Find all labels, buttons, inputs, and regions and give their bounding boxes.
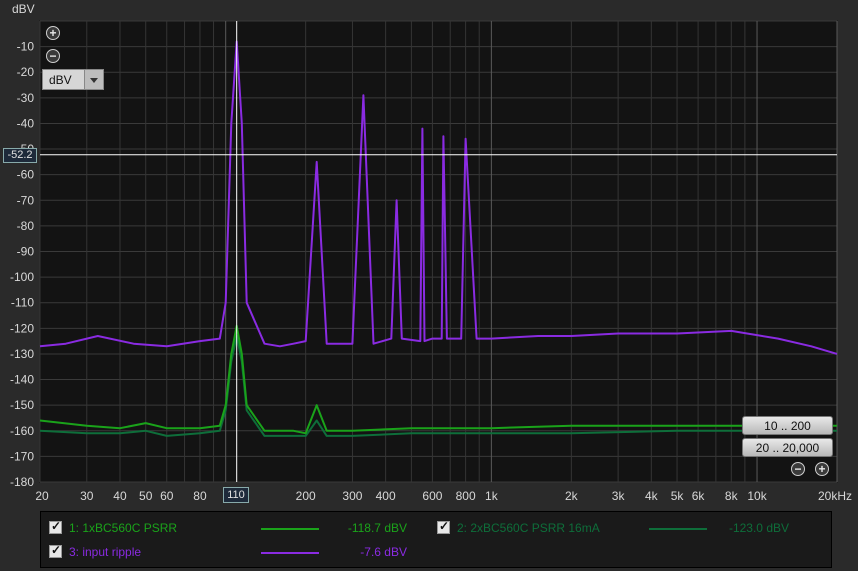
x-tick-label: 2k	[565, 489, 579, 503]
legend-swatch	[261, 552, 319, 554]
x-tick-label: 4k	[645, 489, 659, 503]
x-tick-label: 600	[422, 489, 442, 503]
x-tick-label: 80	[193, 489, 207, 503]
y-tick-label: -120	[10, 321, 34, 335]
y-tick-label: -10	[17, 40, 35, 54]
range-20-20000-button[interactable]: 20 .. 20,000	[742, 438, 833, 457]
x-tick-label: 6k	[692, 489, 706, 503]
x-tick-label: 20	[35, 489, 49, 503]
chevron-down-icon[interactable]	[84, 70, 103, 89]
spectrum-plot[interactable]: -10-20-30-40-50-60-70-80-90-100-110-120-…	[0, 0, 858, 511]
legend-value: -7.6 dBV	[360, 545, 407, 559]
legend-value: -123.0 dBV	[728, 521, 789, 535]
y-tick-label: -20	[17, 65, 35, 79]
y-tick-label: -170	[10, 449, 34, 463]
y-tick-label: -70	[17, 193, 35, 207]
y-tick-label: -100	[10, 270, 34, 284]
legend-label: 2: 2xBC560C PSRR 16mA	[457, 521, 600, 535]
y-tick-label: -110	[11, 296, 34, 310]
x-tick-label: 8k	[725, 489, 739, 503]
cursor-y-readout: -52.2	[3, 148, 37, 163]
x-tick-label: 400	[376, 489, 396, 503]
zoom-out-x-icon[interactable]: −	[791, 462, 805, 476]
legend-label: 3: input ripple	[69, 545, 142, 559]
unit-dropdown[interactable]: dBV	[42, 69, 104, 90]
cursor-x-readout: 110	[223, 487, 249, 503]
x-tick-label: 200	[296, 489, 316, 503]
x-tick-label: 30	[80, 489, 94, 503]
zoom-in-x-icon[interactable]: +	[815, 462, 829, 476]
legend-value: -118.7 dBV	[347, 521, 407, 535]
unit-dropdown-value: dBV	[49, 73, 72, 87]
x-tick-label: 10k	[747, 489, 767, 503]
y-tick-label: -130	[10, 347, 34, 361]
legend-checkbox[interactable]	[437, 519, 450, 534]
zoom-out-y-icon[interactable]: −	[46, 49, 60, 63]
legend-item-series-2[interactable]: 2: 2xBC560C PSRR 16mA -123.0 dBV	[437, 519, 827, 538]
x-tick-label: 1k	[485, 489, 499, 503]
legend: 1: 1xBC560C PSRR -118.7 dBV 2: 2xBC560C …	[40, 511, 832, 568]
x-tick-label: 3k	[612, 489, 626, 503]
y-tick-label: -180	[10, 475, 34, 489]
x-tick-label: 50	[139, 489, 153, 503]
zoom-in-y-icon[interactable]: +	[46, 26, 60, 40]
y-tick-label: -150	[10, 398, 34, 412]
y-tick-label: -60	[17, 168, 35, 182]
y-tick-label: -40	[17, 116, 35, 130]
x-tick-label: 60	[160, 489, 174, 503]
legend-item-series-1[interactable]: 1: 1xBC560C PSRR -118.7 dBV	[49, 519, 429, 538]
y-tick-label: -90	[17, 245, 35, 259]
x-tick-label: 300	[342, 489, 362, 503]
x-tick-label: 40	[113, 489, 127, 503]
x-tick-label: 20kHz	[818, 489, 852, 503]
legend-swatch	[649, 528, 707, 530]
y-tick-label: -160	[10, 424, 34, 438]
range-10-200-button[interactable]: 10 .. 200	[742, 416, 833, 435]
y-tick-label: -80	[17, 219, 35, 233]
legend-swatch	[261, 528, 319, 530]
y-tick-label: -140	[10, 373, 34, 387]
legend-label: 1: 1xBC560C PSRR	[69, 521, 178, 535]
x-tick-label: 5k	[671, 489, 685, 503]
legend-checkbox[interactable]	[49, 519, 62, 534]
legend-checkbox[interactable]	[49, 543, 62, 558]
legend-item-series-3[interactable]: 3: input ripple -7.6 dBV	[49, 543, 429, 562]
y-tick-label: -30	[17, 91, 35, 105]
y-axis-label: dBV	[12, 2, 35, 16]
x-tick-label: 800	[456, 489, 476, 503]
